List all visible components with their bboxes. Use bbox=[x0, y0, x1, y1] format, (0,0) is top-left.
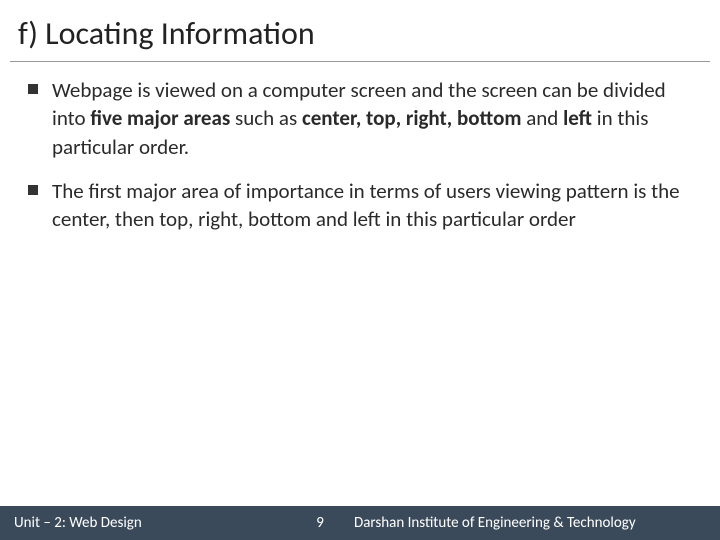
footer-unit: Unit – 2: Web Design bbox=[0, 514, 300, 532]
bullet-text: Webpage is viewed on a computer screen a… bbox=[52, 76, 692, 161]
text-fragment: The first major area of importance in te… bbox=[52, 178, 680, 232]
text-bold: center, top, right, bottom bbox=[302, 105, 522, 131]
title-divider bbox=[10, 61, 710, 62]
bullet-item: Webpage is viewed on a computer screen a… bbox=[28, 76, 692, 161]
text-bold: five major areas bbox=[90, 105, 230, 131]
bullet-marker-icon bbox=[28, 185, 38, 195]
footer-page-number: 9 bbox=[300, 514, 340, 532]
text-fragment: such as bbox=[230, 105, 302, 131]
text-fragment: and bbox=[521, 105, 563, 131]
footer-bar: Unit – 2: Web Design 9 Darshan Institute… bbox=[0, 506, 720, 540]
slide-title: f) Locating Information bbox=[0, 0, 720, 61]
text-bold: left bbox=[563, 105, 592, 131]
bullet-marker-icon bbox=[28, 84, 38, 94]
content-area: Webpage is viewed on a computer screen a… bbox=[0, 76, 720, 234]
bullet-item: The first major area of importance in te… bbox=[28, 177, 692, 234]
bullet-text: The first major area of importance in te… bbox=[52, 177, 692, 234]
footer-institute: Darshan Institute of Engineering & Techn… bbox=[340, 514, 720, 532]
